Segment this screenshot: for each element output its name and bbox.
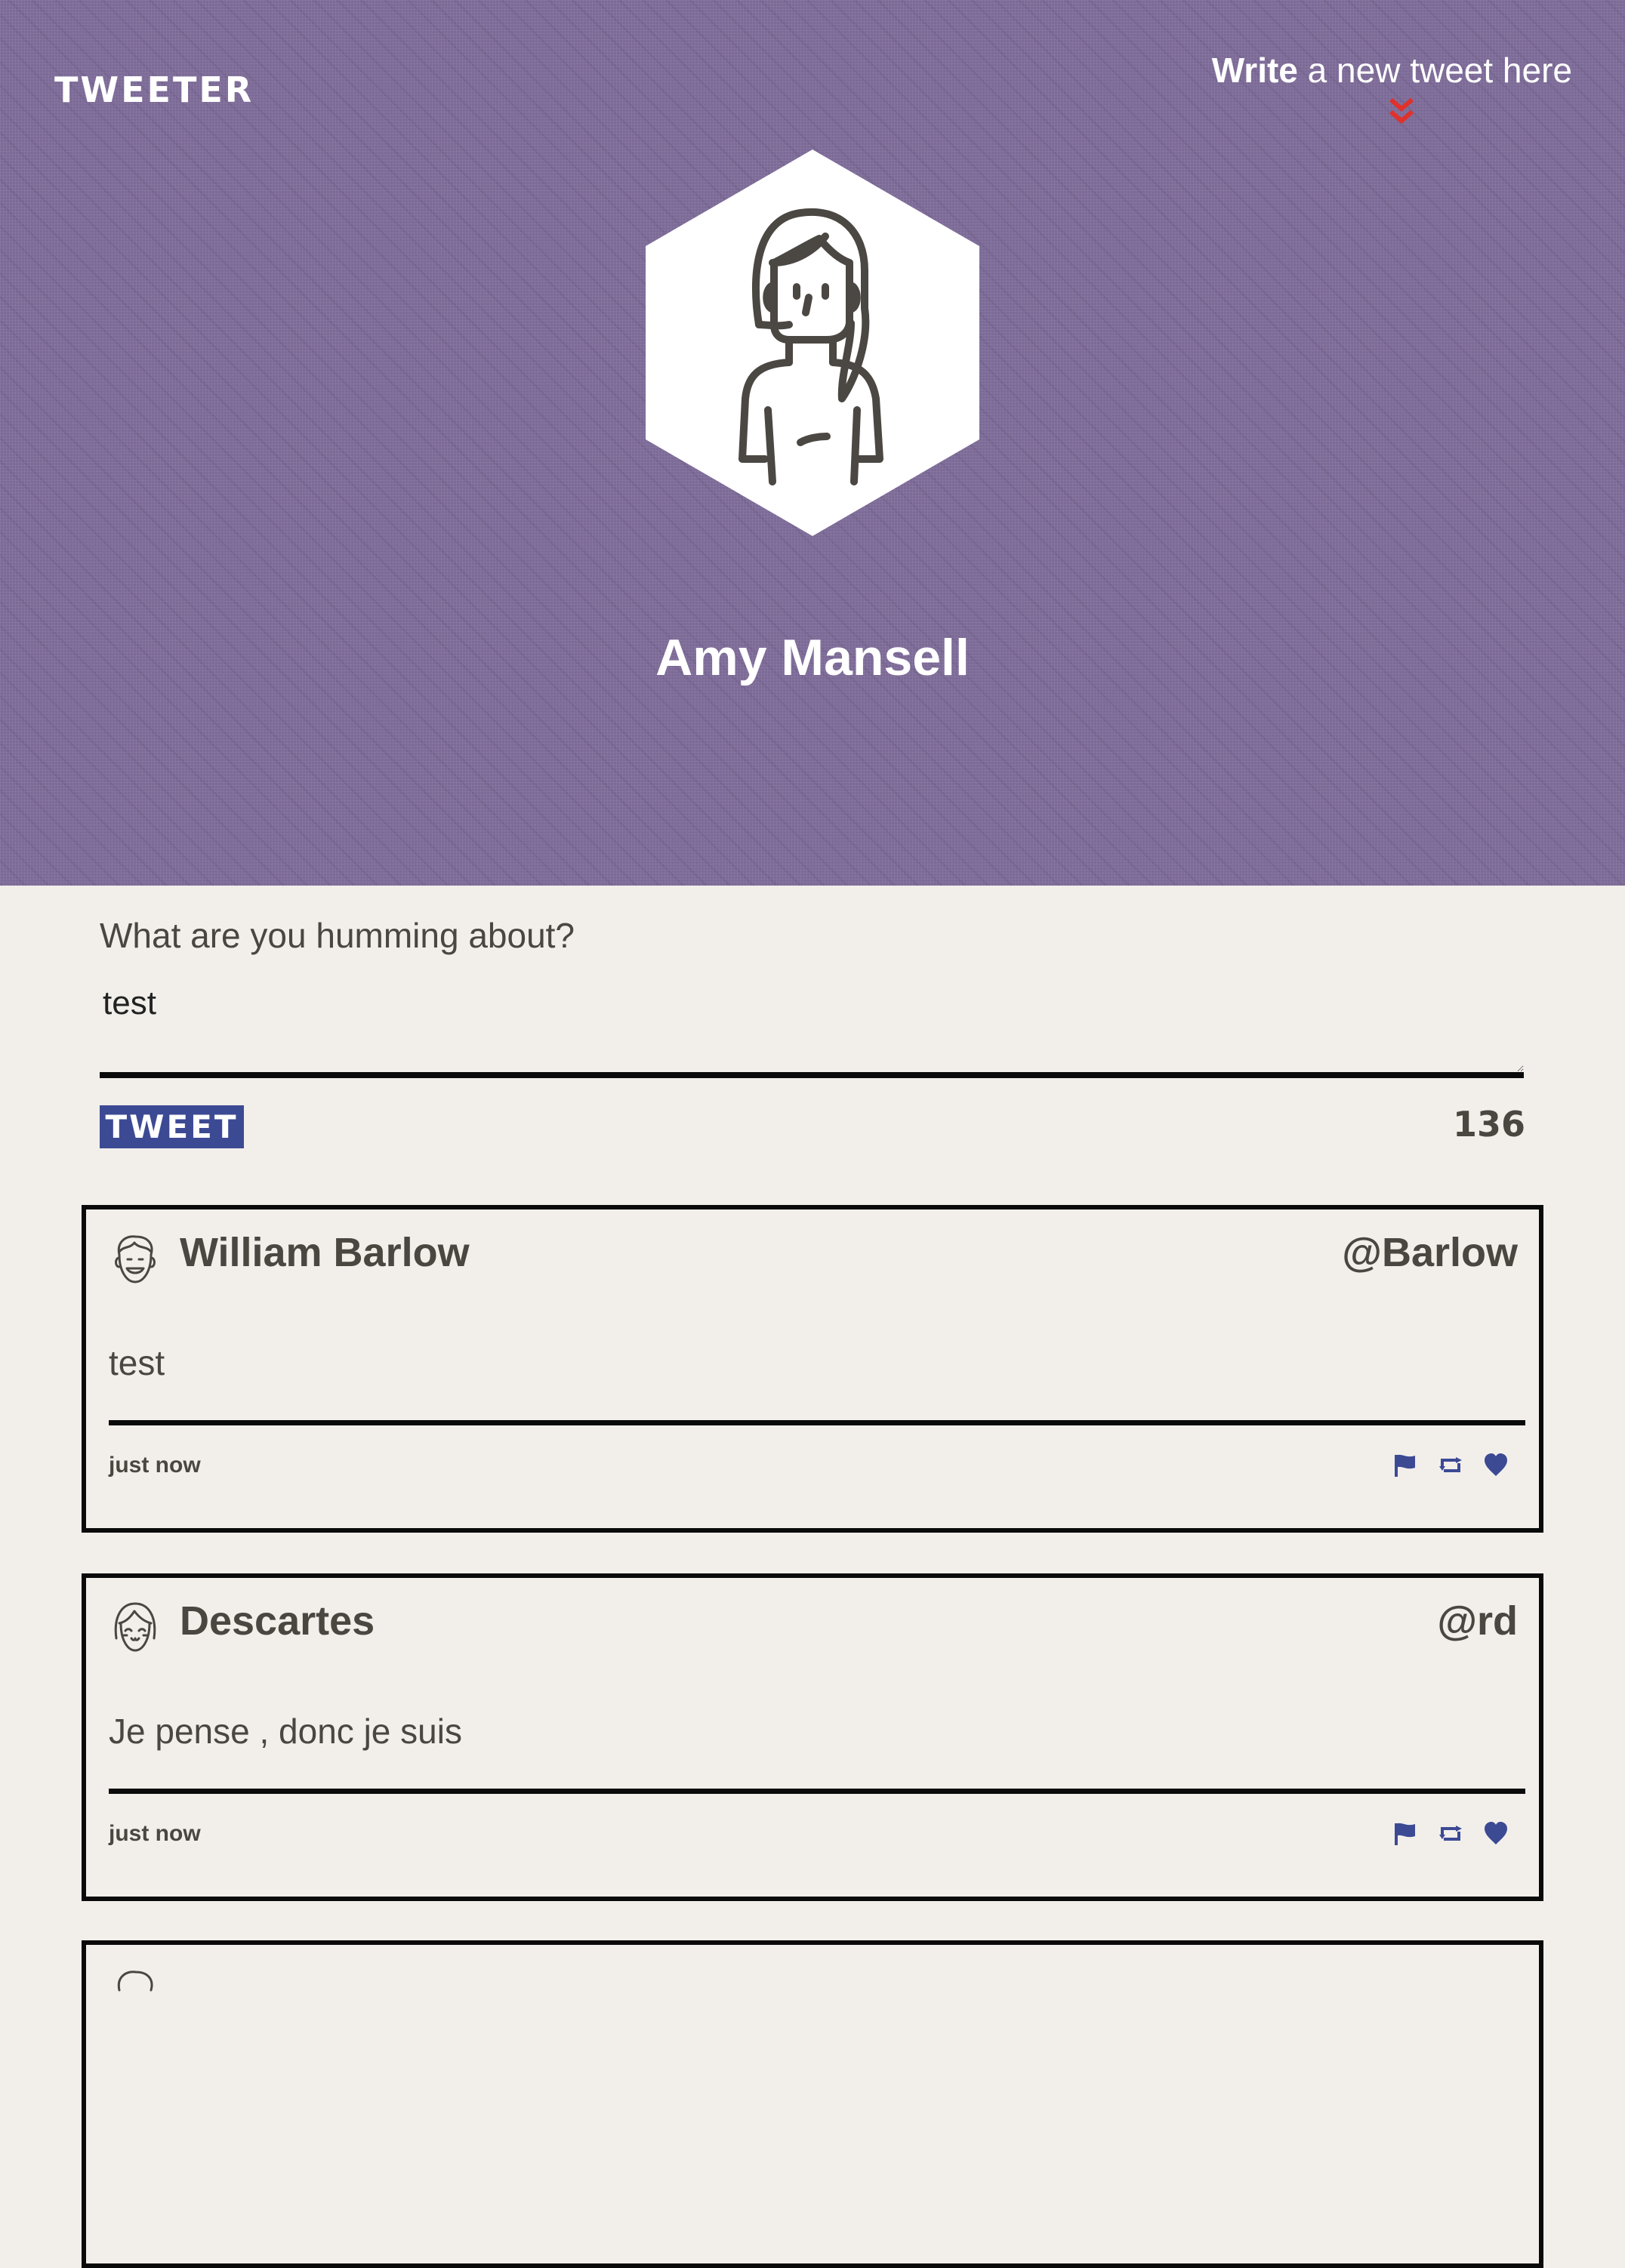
- composer-prompt-label: What are you humming about?: [100, 916, 575, 955]
- app-logo[interactable]: TWEETER: [54, 69, 254, 110]
- profile-avatar: [646, 149, 979, 536]
- profile-name: Amy Mansell: [655, 629, 970, 686]
- retweet-icon[interactable]: [1438, 1821, 1463, 1847]
- heart-icon[interactable]: [1483, 1453, 1509, 1478]
- tweet-body: test: [109, 1343, 165, 1382]
- user-avatar-icon: [117, 1971, 153, 1992]
- tweet-author-name: Descartes: [180, 1598, 375, 1644]
- tweet-author-handle: @Barlow: [1342, 1230, 1518, 1275]
- compose-toggle-link[interactable]: Write a new tweet here: [1212, 50, 1572, 91]
- compose-link-text: a new tweet here: [1297, 51, 1572, 90]
- character-counter: 136: [1452, 1104, 1525, 1145]
- user-avatar-icon: [114, 1602, 156, 1652]
- tweet-body: Je pense , donc je suis: [109, 1712, 462, 1751]
- tweet-actions: [1392, 1821, 1509, 1847]
- tweet-textarea[interactable]: test: [100, 981, 1524, 1078]
- flag-icon[interactable]: [1392, 1453, 1418, 1478]
- tweet-card: [82, 1940, 1543, 2268]
- tweet-submit-button[interactable]: TWEET: [100, 1105, 244, 1148]
- tweet-card: Descartes @rd Je pense , donc je suis ju…: [82, 1573, 1543, 1901]
- tweet-divider: [109, 1789, 1525, 1794]
- tweet-timestamp: just now: [109, 1821, 201, 1846]
- retweet-icon[interactable]: [1438, 1453, 1463, 1478]
- flag-icon[interactable]: [1392, 1821, 1418, 1847]
- tweet-actions: [1392, 1453, 1509, 1478]
- user-avatar-icon: [115, 1235, 156, 1283]
- compose-link-bold: Write: [1211, 51, 1298, 90]
- profile-header: TWEETER Write a new tweet here Amy Manse…: [0, 0, 1625, 886]
- tweet-timestamp: just now: [109, 1453, 201, 1478]
- tweet-author-name: William Barlow: [180, 1230, 470, 1275]
- tweet-author-handle: @rd: [1437, 1598, 1518, 1644]
- tweet-divider: [109, 1420, 1525, 1425]
- tweet-card: William Barlow @Barlow test just now: [82, 1205, 1543, 1533]
- heart-icon[interactable]: [1483, 1821, 1509, 1847]
- double-chevron-down-icon[interactable]: [1386, 97, 1417, 127]
